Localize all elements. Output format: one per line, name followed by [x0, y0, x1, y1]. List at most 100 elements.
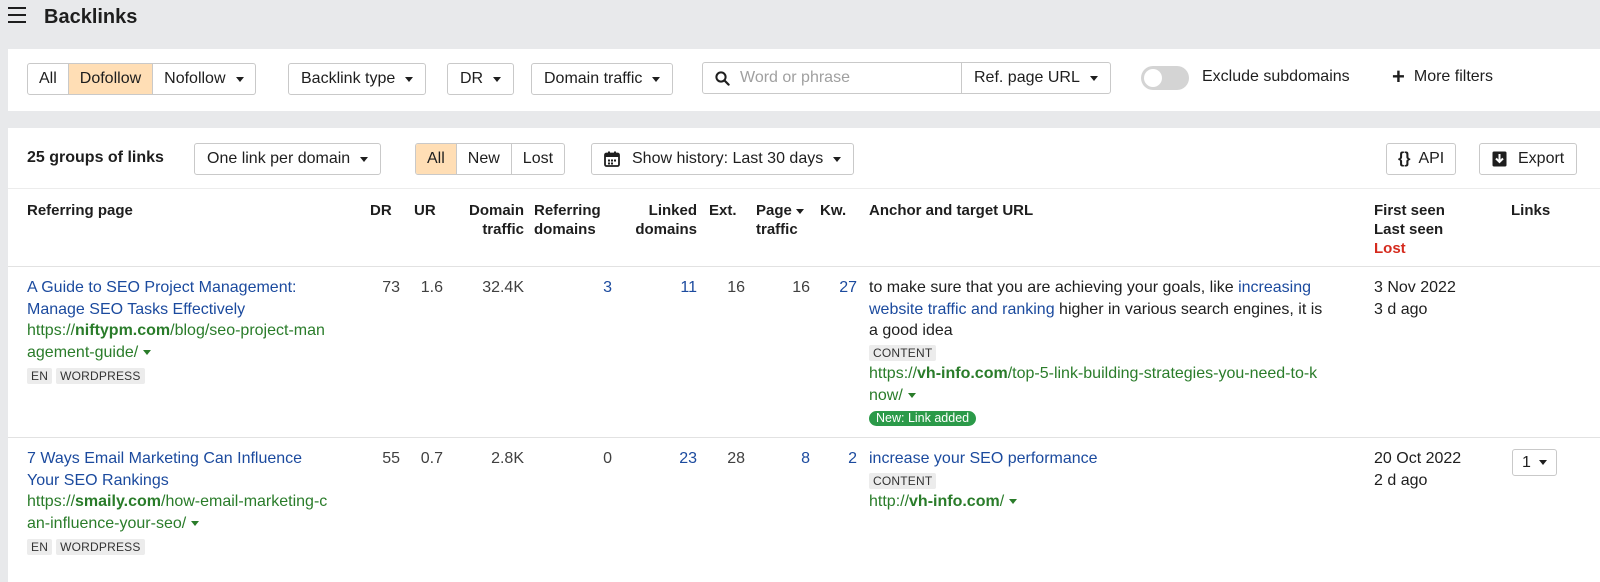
url-domain: niftypm.com [75, 322, 171, 339]
col-referring-page[interactable]: Referring page [27, 201, 133, 220]
export-label: Export [1518, 150, 1565, 167]
last-seen: 3 d ago [1374, 300, 1428, 318]
chevron-down-icon [652, 76, 661, 82]
col-seen[interactable]: First seen Last seen Lost [1374, 201, 1445, 258]
content-tag: CONTENT [869, 472, 937, 489]
url-dropdown-icon[interactable] [907, 392, 916, 398]
anchor-line: website traffic and ranking higher in va… [869, 299, 1364, 321]
links-count-dropdown[interactable]: 1 [1512, 449, 1557, 476]
link-type-dofollow[interactable]: Dofollow [68, 64, 154, 94]
status-tabs: All New Lost [415, 143, 566, 175]
linked-domains-link[interactable]: 11 [618, 277, 697, 299]
anchor-link[interactable]: increasing [1238, 279, 1311, 296]
platform-tag: WORDPRESS [56, 539, 145, 555]
status-tab-all[interactable]: All [416, 144, 457, 174]
url-path: /how-email-marketing-c [161, 493, 328, 510]
col-linked-domains[interactable]: Linked domains [608, 201, 697, 239]
url-prefix: https:// [869, 365, 918, 382]
url-prefix: https:// [27, 322, 76, 339]
hamburger-menu-icon[interactable] [8, 7, 26, 23]
col-last-seen: Last seen [1374, 221, 1444, 238]
chevron-down-icon [1538, 460, 1547, 465]
code-braces-icon: {} [1398, 150, 1411, 167]
target-url[interactable]: http://vh-info.com/ [869, 491, 1364, 513]
referring-domains-value: 0 [603, 450, 612, 467]
anchor-text: a good idea [869, 322, 953, 339]
url-dropdown-icon[interactable] [1009, 499, 1018, 505]
chevron-down-icon [493, 76, 502, 82]
backlink-type-dropdown[interactable]: Backlink type [288, 63, 427, 95]
col-kw[interactable]: Kw. [820, 201, 846, 220]
domain-traffic-label: Domain traffic [544, 70, 643, 87]
search-field[interactable] [702, 62, 962, 94]
url-path: /blog/seo-project-man [170, 322, 325, 339]
linked-domains-link[interactable]: 23 [618, 448, 697, 470]
history-dropdown[interactable]: Show history: Last 30 days [591, 143, 855, 175]
seen-cell: 20 Oct 2022 2 d ago [1374, 448, 1461, 491]
referring-domains-link[interactable]: 3 [528, 277, 612, 299]
col-page-traffic[interactable]: Page traffic [756, 201, 804, 239]
chevron-down-icon [405, 76, 414, 82]
domain-traffic-value: 2.8K [491, 450, 524, 467]
anchor-link[interactable]: website traffic and ranking [869, 301, 1055, 318]
col-page-traffic-line2: traffic [756, 221, 798, 238]
title-line: Manage SEO Tasks Effectively [27, 300, 246, 318]
search-input[interactable] [740, 69, 950, 87]
url-prefix: http:// [869, 493, 910, 510]
page-title: Backlinks [44, 6, 138, 28]
col-domain-traffic-line2: traffic [482, 221, 524, 238]
link-type-nofollow[interactable]: Nofollow [153, 64, 254, 94]
api-button[interactable]: {} API [1386, 143, 1457, 175]
target-url[interactable]: https://vh-info.com/top-5-link-building-… [869, 363, 1364, 406]
url-path: now/ [869, 386, 903, 404]
referring-page-cell: 7 Ways Email Marketing Can Influence You… [27, 448, 357, 558]
referring-page-title[interactable]: 7 Ways Email Marketing Can Influence You… [27, 448, 357, 491]
col-domain-traffic[interactable]: Domain traffic [448, 201, 524, 239]
col-page-traffic-line1: Page [756, 201, 804, 220]
col-lost: Lost [1374, 240, 1406, 257]
chevron-down-icon [360, 156, 369, 162]
anchor-line: to make sure that you are achieving your… [869, 277, 1364, 299]
col-links[interactable]: Links [1511, 201, 1550, 220]
anchor-text: to make sure that you are achieving your… [869, 279, 1239, 296]
last-seen: 2 d ago [1374, 471, 1428, 489]
referring-page-url[interactable]: https://smaily.com/how-email-marketing-c… [27, 491, 357, 534]
col-dr[interactable]: DR [370, 201, 392, 220]
link-type-all[interactable]: All [28, 64, 69, 94]
anchor-tags: CONTENT [869, 342, 1364, 364]
page-label: Page [756, 202, 792, 219]
results-panel: 25 groups of links One link per domain A… [8, 128, 1600, 582]
col-referring-domains-line2: domains [534, 221, 596, 238]
url-dropdown-icon[interactable] [191, 520, 200, 526]
col-anchor[interactable]: Anchor and target URL [869, 201, 1033, 220]
page-traffic-link[interactable]: 8 [748, 448, 810, 470]
keywords-link[interactable]: 27 [812, 277, 857, 299]
more-filters-label: More filters [1413, 68, 1493, 85]
more-filters-button[interactable]: + More filters [1392, 66, 1493, 88]
url-dropdown-icon[interactable] [143, 349, 152, 355]
col-referring-domains[interactable]: Referring domains [534, 201, 601, 239]
grouping-label: One link per domain [207, 150, 351, 167]
status-tab-lost[interactable]: Lost [512, 144, 564, 174]
ref-page-url-label: Ref. page URL [974, 69, 1080, 86]
links-count: 1 [1522, 453, 1531, 471]
dr-dropdown[interactable]: DR [447, 63, 515, 95]
export-button[interactable]: Export [1479, 143, 1578, 175]
anchor-cell: increase your SEO performance CONTENT ht… [869, 448, 1364, 513]
grouping-dropdown[interactable]: One link per domain [194, 143, 382, 175]
tags: EN WORDPRESS [27, 536, 357, 558]
domain-traffic-dropdown[interactable]: Domain traffic [531, 63, 674, 95]
ref-page-url-dropdown[interactable]: Ref. page URL [961, 62, 1111, 94]
chevron-down-icon [235, 76, 244, 82]
keywords-link[interactable]: 2 [812, 448, 857, 470]
referring-page-url[interactable]: https://niftypm.com/blog/seo-project-man… [27, 320, 357, 363]
referring-page-title[interactable]: A Guide to SEO Project Management: Manag… [27, 277, 357, 320]
status-tab-new[interactable]: New [457, 144, 512, 174]
url-domain: vh-info.com [909, 493, 1000, 510]
exclude-subdomains-toggle[interactable] [1141, 66, 1189, 90]
col-linked-domains-line2: domains [635, 221, 697, 238]
col-ur[interactable]: UR [414, 201, 436, 220]
anchor-link[interactable]: increase your SEO performance [869, 448, 1364, 470]
col-ext[interactable]: Ext. [709, 201, 737, 220]
anchor-cell: to make sure that you are achieving your… [869, 277, 1364, 429]
